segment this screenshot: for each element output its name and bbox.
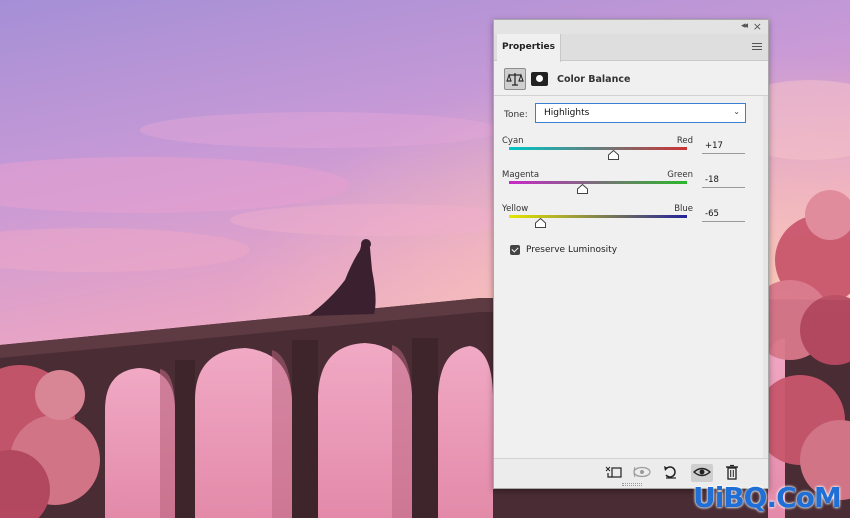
watermark-logo: UiBQ.CoM [693,481,842,514]
slider-right-label: Blue [674,204,693,214]
slider-thumb[interactable] [576,183,588,194]
tone-label: Tone: [504,110,528,120]
slider-yellow-blue: Yellow Blue -65 [494,204,768,238]
panel-resize-grip[interactable] [622,483,642,486]
slider-magenta-green: Magenta Green -18 [494,170,768,204]
panel-titlebar: ◂◂ × [494,20,768,34]
chevron-down-icon: ⌄ [733,107,740,116]
tone-selected-value: Highlights [544,108,590,118]
properties-panel: ◂◂ × Properties Color Balance Tone: High… [493,19,769,489]
panel-tab-row: Properties [494,34,768,62]
clip-to-layer-icon[interactable] [602,464,624,482]
slider-value-field[interactable]: -18 [702,173,745,188]
site-watermark: UiBQ.CoM [693,478,848,516]
slider-value-field[interactable]: +17 [702,139,745,154]
close-icon[interactable]: × [753,20,762,33]
adjustment-header: Color Balance [494,62,768,96]
hamburger-menu-icon[interactable] [752,43,762,52]
slider-value-field[interactable]: -65 [702,207,745,222]
panel-scrollbar[interactable] [763,96,768,458]
slider-thumb[interactable] [608,149,620,160]
checkbox-checked-icon[interactable] [510,245,520,255]
tone-dropdown[interactable]: Highlights ⌄ [535,103,746,123]
slider-track[interactable] [509,147,687,150]
color-balance-scale-icon[interactable] [504,68,526,90]
adjustment-title: Color Balance [557,74,631,85]
slider-cyan-red: Cyan Red +17 [494,136,768,170]
layer-mask-icon[interactable] [531,72,548,86]
slider-right-label: Red [676,136,693,146]
tab-properties[interactable]: Properties [497,34,561,62]
slider-right-label: Green [667,170,693,180]
double-chevron-left-icon[interactable]: ◂◂ [741,21,748,31]
slider-track[interactable] [509,181,687,184]
view-previous-state-icon[interactable] [631,464,653,482]
preserve-luminosity-label: Preserve Luminosity [526,245,618,255]
reset-icon[interactable] [660,464,682,482]
slider-thumb[interactable] [535,217,547,228]
